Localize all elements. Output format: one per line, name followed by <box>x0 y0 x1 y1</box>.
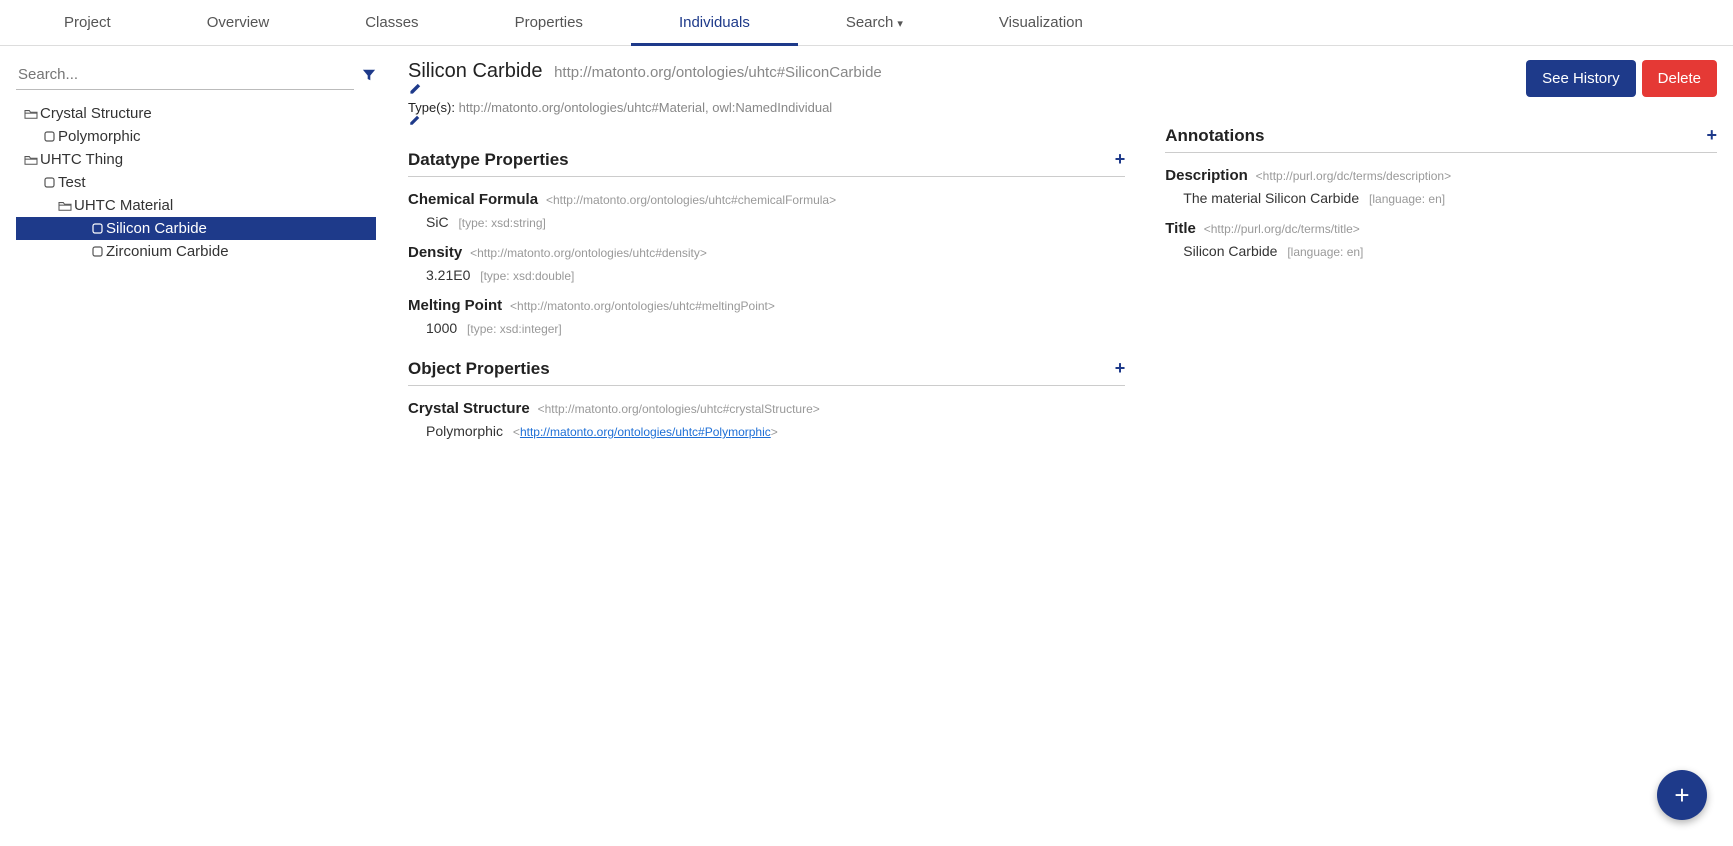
chevron-down-icon: ▾ <box>897 18 903 30</box>
title-annotation-label: Title <box>1165 220 1196 237</box>
types-label: Type(s): <box>408 100 455 115</box>
polymorphic-link[interactable]: http://matonto.org/ontologies/uhtc#Polym… <box>520 425 771 439</box>
add-object-property-button[interactable]: + <box>1115 358 1126 379</box>
datatype-properties-heading: Datatype Properties <box>408 150 569 170</box>
chemical-formula-iri: <http://matonto.org/ontologies/uhtc#chem… <box>546 193 836 207</box>
tree-label: UHTC Thing <box>40 151 123 168</box>
crystal-structure-prop-label: Crystal Structure <box>408 400 530 417</box>
tree-label: UHTC Material <box>74 197 173 214</box>
density-value: 3.21E0 <box>426 267 470 283</box>
tree-item-uhtc-material[interactable]: UHTC Material <box>16 194 376 217</box>
tree-label: Test <box>58 174 86 191</box>
description-label: Description <box>1165 167 1248 184</box>
filter-icon[interactable] <box>362 68 376 82</box>
density-iri: <http://matonto.org/ontologies/uhtc#dens… <box>470 246 707 260</box>
annotations-heading: Annotations <box>1165 126 1264 146</box>
tab-project[interactable]: Project <box>16 0 159 45</box>
types-value: http://matonto.org/ontologies/uhtc#Mater… <box>459 100 833 115</box>
tab-search[interactable]: Search▾ <box>798 0 951 45</box>
tab-visualization[interactable]: Visualization <box>951 0 1131 45</box>
page-uri: http://matonto.org/ontologies/uhtc#Silic… <box>554 64 882 81</box>
edit-types-icon[interactable] <box>408 115 886 127</box>
tree-label: Silicon Carbide <box>106 220 207 237</box>
individual-icon <box>40 177 58 188</box>
title-annotation-meta: [language: en] <box>1287 245 1363 259</box>
tab-search-label: Search <box>846 14 894 31</box>
see-history-button[interactable]: See History <box>1526 60 1636 97</box>
description-iri: <http://purl.org/dc/terms/description> <box>1256 169 1451 183</box>
melting-point-meta: [type: xsd:integer] <box>467 322 562 336</box>
folder-open-icon <box>22 154 40 166</box>
add-annotation-button[interactable]: + <box>1706 125 1717 146</box>
individual-icon <box>88 246 106 257</box>
crystal-structure-prop-value: Polymorphic <box>426 423 503 439</box>
tree-item-test[interactable]: Test <box>16 171 376 194</box>
chemical-formula-meta: [type: xsd:string] <box>458 216 545 230</box>
delete-button[interactable]: Delete <box>1642 60 1717 97</box>
folder-open-icon <box>56 200 74 212</box>
density-meta: [type: xsd:double] <box>480 269 574 283</box>
tree-item-uhtc-thing[interactable]: UHTC Thing <box>16 148 376 171</box>
crystal-structure-link-wrap: <http://matonto.org/ontologies/uhtc#Poly… <box>513 425 778 439</box>
folder-open-icon <box>22 108 40 120</box>
individual-icon <box>40 131 58 142</box>
tab-classes[interactable]: Classes <box>317 0 466 45</box>
tree-label: Polymorphic <box>58 128 141 145</box>
tree-label: Crystal Structure <box>40 105 152 122</box>
edit-title-icon[interactable] <box>408 83 886 96</box>
main-tabs: Project Overview Classes Properties Indi… <box>0 0 1733 46</box>
plus-icon: + <box>1674 780 1689 811</box>
tab-properties[interactable]: Properties <box>467 0 631 45</box>
object-properties-heading: Object Properties <box>408 359 550 379</box>
search-input[interactable] <box>16 60 354 90</box>
add-datatype-property-button[interactable]: + <box>1115 149 1126 170</box>
description-value: The material Silicon Carbide <box>1183 190 1359 206</box>
fab-add-button[interactable]: + <box>1657 770 1707 820</box>
tree-item-polymorphic[interactable]: Polymorphic <box>16 125 376 148</box>
tab-individuals[interactable]: Individuals <box>631 0 798 45</box>
density-label: Density <box>408 244 462 261</box>
tree-item-silicon-carbide[interactable]: Silicon Carbide <box>16 217 376 240</box>
tree-item-crystal-structure[interactable]: Crystal Structure <box>16 102 376 125</box>
crystal-structure-prop-iri: <http://matonto.org/ontologies/uhtc#crys… <box>538 402 820 416</box>
description-meta: [language: en] <box>1369 192 1445 206</box>
title-annotation-value: Silicon Carbide <box>1183 243 1277 259</box>
tab-overview[interactable]: Overview <box>159 0 318 45</box>
chemical-formula-value: SiC <box>426 214 449 230</box>
melting-point-iri: <http://matonto.org/ontologies/uhtc#melt… <box>510 299 775 313</box>
tree: Crystal Structure Polymorphic UHTC Thing… <box>16 102 376 263</box>
tree-item-zirconium-carbide[interactable]: Zirconium Carbide <box>16 240 376 263</box>
page-title: Silicon Carbide <box>408 60 543 82</box>
individual-icon <box>88 223 106 234</box>
tree-label: Zirconium Carbide <box>106 243 229 260</box>
title-annotation-iri: <http://purl.org/dc/terms/title> <box>1204 222 1360 236</box>
melting-point-value: 1000 <box>426 320 457 336</box>
melting-point-label: Melting Point <box>408 297 502 314</box>
chemical-formula-label: Chemical Formula <box>408 191 538 208</box>
